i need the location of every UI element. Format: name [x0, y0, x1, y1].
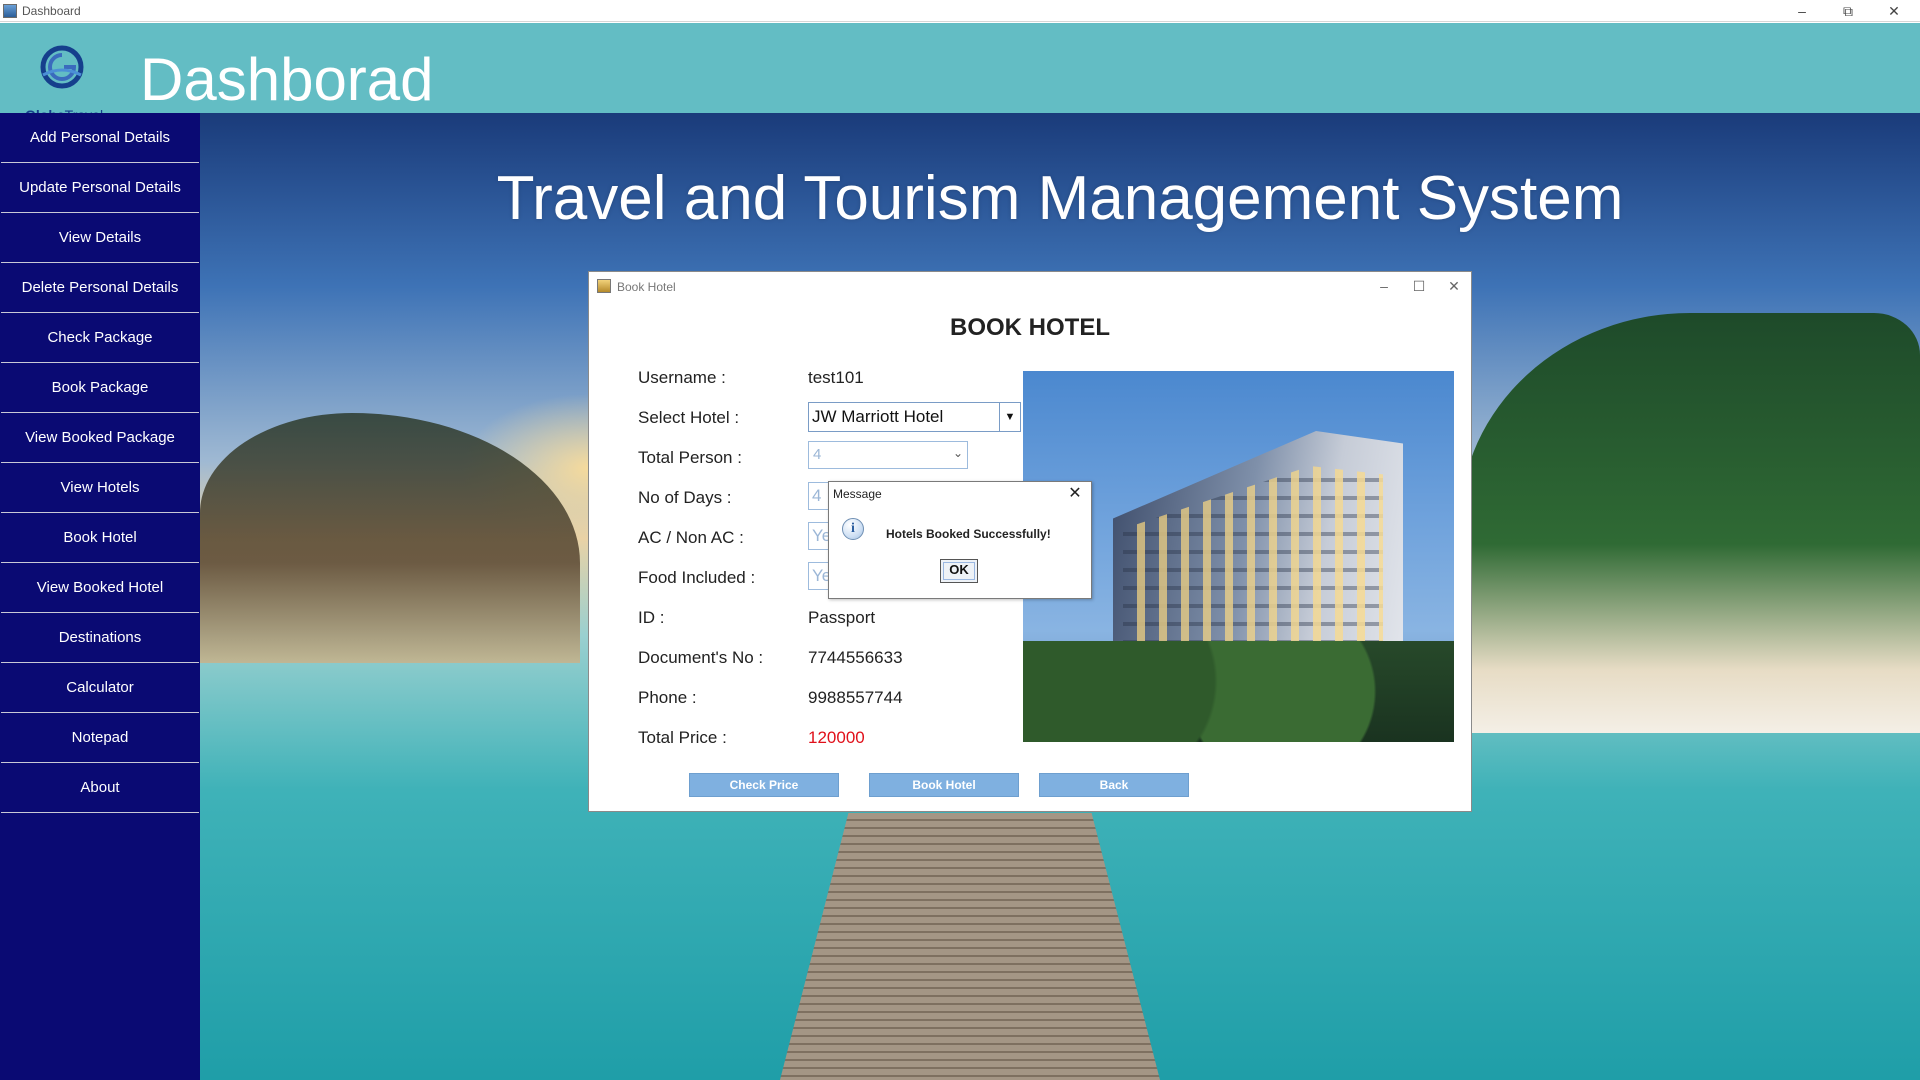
no-of-days-label: No of Days : [638, 488, 732, 507]
sidebar-item-book-hotel[interactable]: Book Hotel [1, 513, 199, 563]
sidebar-item-view-details[interactable]: View Details [1, 213, 199, 263]
sidebar-item-view-booked-package[interactable]: View Booked Package [1, 413, 199, 463]
sidebar-item-check-package[interactable]: Check Package [1, 313, 199, 363]
hotel-trees [1023, 641, 1454, 742]
sidebar-item-delete-personal-details[interactable]: Delete Personal Details [1, 263, 199, 313]
no-of-days-value: 4 [812, 486, 822, 505]
hero-title: Travel and Tourism Management System [496, 164, 1624, 233]
username-value: test101 [808, 368, 864, 387]
hotel-select[interactable]: JW Marriott Hotel ▼ [808, 402, 1021, 432]
hotel-select-value: JW Marriott Hotel [812, 407, 944, 426]
total-person-select[interactable]: 4 ⌄ [808, 441, 968, 469]
sidebar: Add Personal Details Update Personal Det… [0, 113, 200, 1080]
phone-value: 9988557744 [808, 688, 903, 707]
phone-label: Phone : [638, 688, 697, 707]
username-label: Username : [638, 368, 726, 387]
ac-label: AC / Non AC : [638, 528, 744, 547]
sidebar-item-book-package[interactable]: Book Package [1, 363, 199, 413]
info-icon: i [842, 518, 864, 540]
sidebar-item-notepad[interactable]: Notepad [1, 713, 199, 763]
doc-no-value: 7744556633 [808, 648, 903, 667]
message-dialog: Message ✕ i Hotels Booked Successfully! … [828, 481, 1092, 599]
app-icon [3, 4, 17, 18]
frame-maximize-icon[interactable]: ☐ [1404, 276, 1434, 296]
sidebar-item-calculator[interactable]: Calculator [1, 663, 199, 713]
message-text: Hotels Booked Successfully! [886, 527, 1051, 541]
header: GlobeTravel Dashborad [0, 23, 1920, 123]
chevron-down-icon: ⌄ [952, 446, 963, 460]
sidebar-item-about[interactable]: About [1, 763, 199, 813]
sidebar-item-view-booked-hotel[interactable]: View Booked Hotel [1, 563, 199, 613]
minimize-icon[interactable]: – [1780, 0, 1824, 22]
dropdown-arrow-icon[interactable]: ▼ [999, 403, 1020, 431]
book-hotel-button[interactable]: Book Hotel [869, 773, 1019, 797]
globe-logo-icon [40, 45, 84, 89]
book-hotel-heading: BOOK HOTEL [950, 314, 1110, 341]
total-price-label: Total Price : [638, 728, 727, 747]
sidebar-item-update-personal-details[interactable]: Update Personal Details [1, 163, 199, 213]
frame-minimize-icon[interactable]: – [1369, 276, 1399, 296]
total-person-value: 4 [813, 446, 822, 463]
message-dialog-title: Message [833, 487, 882, 501]
doc-no-label: Document's No : [638, 648, 764, 667]
dialog-close-icon[interactable]: ✕ [1065, 484, 1085, 504]
palm-island-scenery [1460, 313, 1920, 733]
frame-close-icon[interactable]: ✕ [1439, 276, 1469, 296]
restore-icon[interactable]: ⧉ [1826, 0, 1870, 22]
sidebar-item-add-personal-details[interactable]: Add Personal Details [1, 113, 199, 163]
total-person-label: Total Person : [638, 448, 742, 467]
book-hotel-titlebar: Book Hotel – ☐ ✕ [589, 272, 1471, 300]
id-value: Passport [808, 608, 876, 627]
total-price-value: 120000 [808, 728, 865, 747]
food-label: Food Included : [638, 568, 756, 587]
check-price-button[interactable]: Check Price [689, 773, 839, 797]
book-hotel-window-title: Book Hotel [617, 280, 676, 294]
sidebar-item-view-hotels[interactable]: View Hotels [1, 463, 199, 513]
window-title: Dashboard [22, 4, 81, 18]
select-hotel-label: Select Hotel : [638, 408, 740, 427]
window-titlebar: Dashboard – ⧉ ✕ [0, 0, 1920, 22]
close-icon[interactable]: ✕ [1872, 0, 1916, 22]
back-button[interactable]: Back [1039, 773, 1189, 797]
wooden-pier [780, 813, 1160, 1080]
ok-button[interactable]: OK [940, 559, 978, 583]
page-title: Dashborad [140, 46, 434, 113]
sidebar-item-destinations[interactable]: Destinations [1, 613, 199, 663]
java-app-icon [597, 279, 611, 293]
id-label: ID : [638, 608, 665, 627]
